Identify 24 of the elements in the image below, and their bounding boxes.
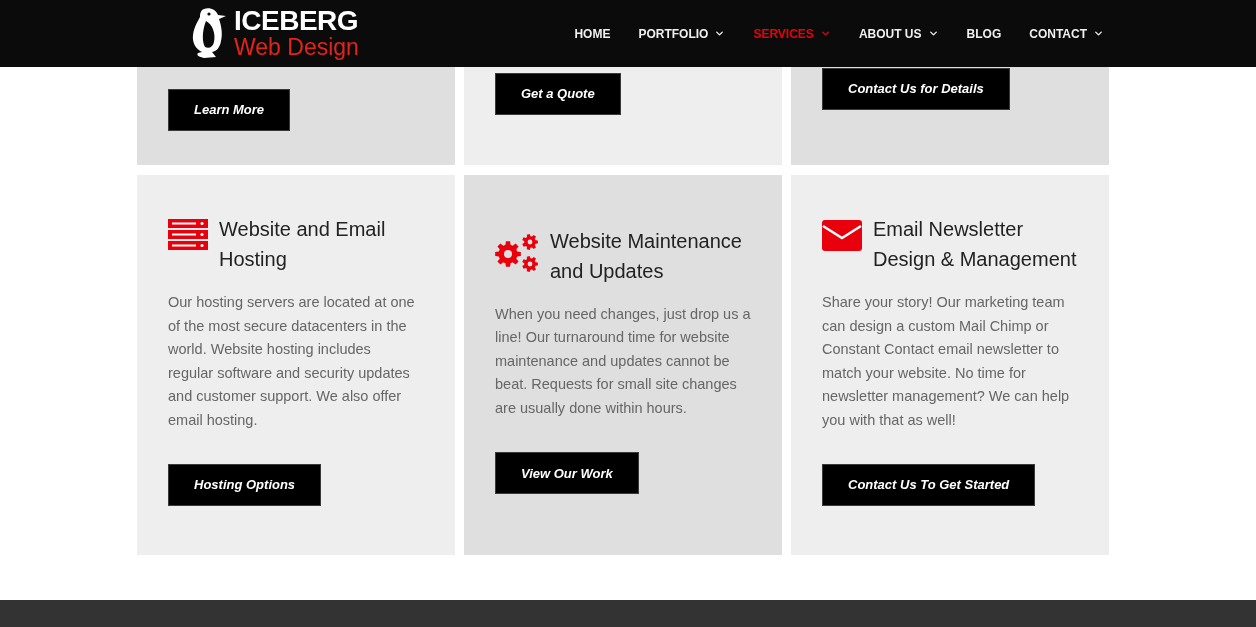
nav-link[interactable]: ABOUT US — [858, 24, 939, 43]
card-title: Website Maintenance and Updates — [550, 228, 743, 284]
card-button[interactable]: Get a Quote — [495, 73, 621, 115]
card-text: When you need changes, just drop us a line! Our turnaround time for website maintenance and updates cannot be beat. Requests for small site changes are usually done within hours. — [495, 304, 752, 418]
gears-icon — [495, 233, 539, 272]
nav-link[interactable]: PORTFOLIO — [638, 24, 726, 43]
card-text: Our hosting servers are located at one of the most secure datacenters in the world. Website hosting includes regular software and security updates and customer support. We also offer email hosting. — [168, 293, 416, 430]
server-icon — [168, 219, 208, 250]
nav-link[interactable]: SERVICES — [753, 24, 831, 43]
nav-link[interactable]: BLOG — [966, 24, 1002, 43]
card-title: Website and Email Hosting — [219, 217, 387, 272]
card-button[interactable]: Hosting Options — [168, 464, 322, 506]
nav-link[interactable]: CONTACT — [1029, 24, 1104, 43]
card-button[interactable]: Learn More — [168, 89, 291, 131]
envelope-icon — [822, 220, 862, 251]
card-button[interactable]: View Our Work — [495, 452, 639, 495]
penguin-icon — [190, 6, 228, 59]
card-button[interactable]: Contact Us for Details — [822, 68, 1010, 110]
card-button[interactable]: Contact Us To Get Started — [822, 464, 1036, 506]
card-text: Share your story! Our marketing team can design a custom Mail Chimp or Constant Contact email newsletter to match your website. No time for newsletter management? We can help you with that as well! — [822, 293, 1071, 430]
logo-title[interactable]: ICEBERG — [234, 5, 359, 35]
logo-subtitle[interactable]: Web Design — [234, 34, 359, 60]
nav-link[interactable]: HOME — [574, 24, 611, 43]
card-title: Email Newsletter Design & Management — [873, 217, 1078, 272]
